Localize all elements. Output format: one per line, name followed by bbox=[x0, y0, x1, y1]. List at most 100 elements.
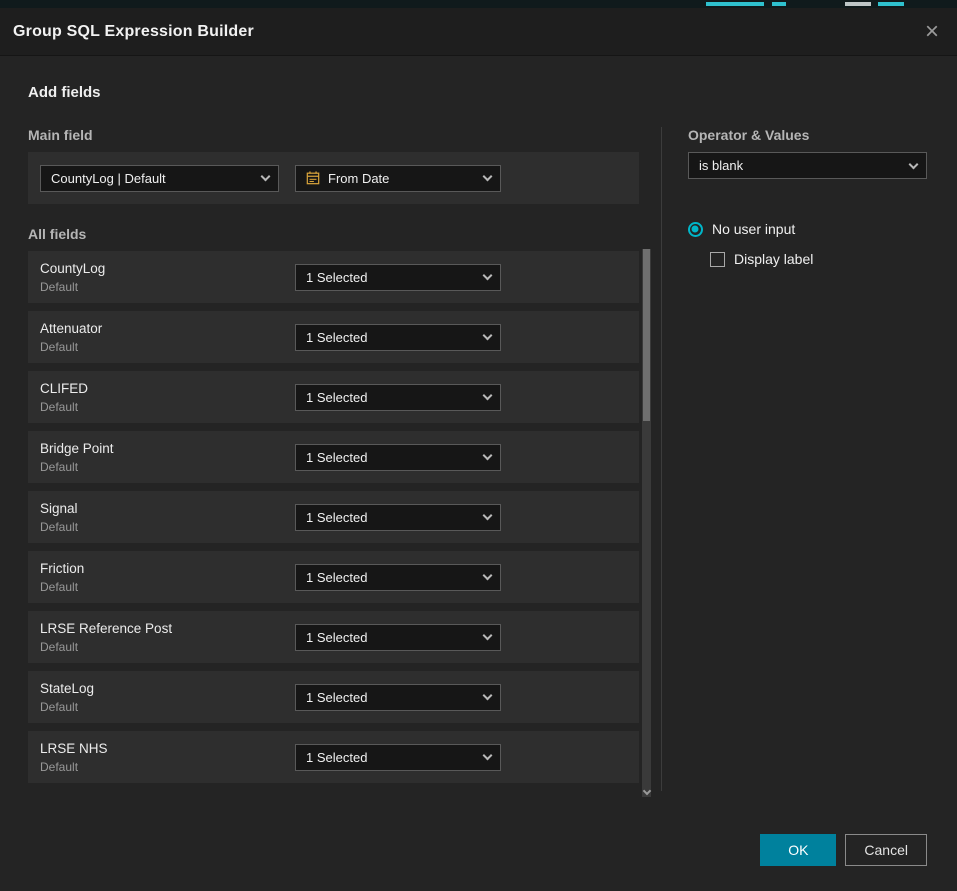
scrollbar-track[interactable] bbox=[642, 249, 651, 797]
operator-dropdown[interactable]: is blank bbox=[688, 152, 927, 179]
background-app-peek bbox=[0, 0, 957, 8]
field-row: StateLog Default 1 Selected bbox=[28, 671, 639, 723]
field-selected-dropdown[interactable]: 1 Selected bbox=[295, 564, 501, 591]
close-button[interactable]: × bbox=[925, 20, 939, 44]
checkbox-unchecked-icon[interactable] bbox=[710, 252, 725, 267]
field-selected-dropdown[interactable]: 1 Selected bbox=[295, 624, 501, 651]
chevron-down-icon bbox=[483, 691, 493, 701]
field-name: Friction bbox=[40, 561, 295, 576]
field-type: Default bbox=[40, 460, 295, 474]
background-app-fragment bbox=[772, 2, 786, 6]
field-row: CountyLog Default 1 Selected bbox=[28, 251, 639, 303]
no-user-input-label: No user input bbox=[712, 221, 795, 237]
field-selected-value: 1 Selected bbox=[306, 450, 367, 465]
dialog-header: Group SQL Expression Builder × bbox=[0, 8, 957, 56]
field-selected-dropdown[interactable]: 1 Selected bbox=[295, 504, 501, 531]
chevron-down-icon bbox=[483, 172, 493, 182]
field-name: LRSE NHS bbox=[40, 741, 295, 756]
main-field-panel: CountyLog | Default bbox=[28, 152, 639, 204]
field-row: Signal Default 1 Selected bbox=[28, 491, 639, 543]
field-name: LRSE Reference Post bbox=[40, 621, 295, 636]
dialog-footer: OK Cancel bbox=[760, 834, 927, 866]
field-row: LRSE NHS Default 1 Selected bbox=[28, 731, 639, 783]
field-type: Default bbox=[40, 340, 295, 354]
chevron-down-icon bbox=[909, 159, 919, 169]
chevron-down-icon bbox=[483, 511, 493, 521]
field-info: CountyLog Default bbox=[28, 261, 295, 294]
layer-dropdown[interactable]: CountyLog | Default bbox=[40, 165, 279, 192]
group-sql-expression-builder-dialog: Group SQL Expression Builder × Add field… bbox=[0, 8, 957, 891]
no-user-input-option[interactable]: No user input bbox=[688, 221, 927, 237]
operator-dropdown-value: is blank bbox=[699, 158, 743, 173]
operator-values-column: Operator & Values is blank No user input… bbox=[662, 127, 927, 791]
field-name: CLIFED bbox=[40, 381, 295, 396]
field-info: Bridge Point Default bbox=[28, 441, 295, 474]
field-info: Friction Default bbox=[28, 561, 295, 594]
all-fields-list-wrap: CountyLog Default 1 Selected Attenuator … bbox=[28, 251, 661, 783]
operator-values-label: Operator & Values bbox=[688, 127, 927, 143]
background-app-fragment bbox=[706, 2, 764, 6]
field-name: Bridge Point bbox=[40, 441, 295, 456]
field-info: LRSE Reference Post Default bbox=[28, 621, 295, 654]
field-row: Attenuator Default 1 Selected bbox=[28, 311, 639, 363]
all-fields-label: All fields bbox=[28, 226, 661, 242]
add-fields-heading: Add fields bbox=[28, 84, 927, 101]
field-selected-value: 1 Selected bbox=[306, 330, 367, 345]
field-selected-dropdown[interactable]: 1 Selected bbox=[295, 744, 501, 771]
field-name: Signal bbox=[40, 501, 295, 516]
radio-dot bbox=[692, 226, 699, 233]
field-type: Default bbox=[40, 400, 295, 414]
background-app-fragment bbox=[845, 2, 871, 6]
chevron-down-icon bbox=[483, 391, 493, 401]
field-type: Default bbox=[40, 580, 295, 594]
field-selected-dropdown[interactable]: 1 Selected bbox=[295, 324, 501, 351]
field-name: CountyLog bbox=[40, 261, 295, 276]
field-type: Default bbox=[40, 520, 295, 534]
radio-selected-icon[interactable] bbox=[688, 222, 703, 237]
scroll-down-arrow-icon[interactable] bbox=[642, 787, 650, 795]
field-type: Default bbox=[40, 760, 295, 774]
main-field-label: Main field bbox=[28, 127, 661, 143]
field-selected-dropdown[interactable]: 1 Selected bbox=[295, 384, 501, 411]
field-name: Attenuator bbox=[40, 321, 295, 336]
field-selected-value: 1 Selected bbox=[306, 270, 367, 285]
field-info: Attenuator Default bbox=[28, 321, 295, 354]
display-label-label: Display label bbox=[734, 251, 813, 267]
chevron-down-icon bbox=[483, 571, 493, 581]
cancel-button[interactable]: Cancel bbox=[845, 834, 927, 866]
field-type: Default bbox=[40, 700, 295, 714]
field-row: Bridge Point Default 1 Selected bbox=[28, 431, 639, 483]
chevron-down-icon bbox=[483, 451, 493, 461]
all-fields-list: CountyLog Default 1 Selected Attenuator … bbox=[28, 251, 661, 783]
chevron-down-icon bbox=[261, 172, 271, 182]
layer-dropdown-value: CountyLog | Default bbox=[51, 171, 166, 186]
display-label-option[interactable]: Display label bbox=[710, 251, 927, 267]
field-selected-value: 1 Selected bbox=[306, 750, 367, 765]
chevron-down-icon bbox=[483, 751, 493, 761]
main-field-dropdown[interactable]: From Date bbox=[295, 165, 501, 192]
field-info: CLIFED Default bbox=[28, 381, 295, 414]
field-info: Signal Default bbox=[28, 501, 295, 534]
field-type: Default bbox=[40, 640, 295, 654]
field-name: StateLog bbox=[40, 681, 295, 696]
field-selected-value: 1 Selected bbox=[306, 390, 367, 405]
field-selected-value: 1 Selected bbox=[306, 690, 367, 705]
field-selected-value: 1 Selected bbox=[306, 630, 367, 645]
field-row: CLIFED Default 1 Selected bbox=[28, 371, 639, 423]
ok-button[interactable]: OK bbox=[760, 834, 836, 866]
field-selected-dropdown[interactable]: 1 Selected bbox=[295, 684, 501, 711]
scrollbar-thumb[interactable] bbox=[643, 249, 650, 421]
chevron-down-icon bbox=[483, 271, 493, 281]
field-info: StateLog Default bbox=[28, 681, 295, 714]
columns: Main field CountyLog | Default bbox=[28, 127, 927, 791]
field-selected-value: 1 Selected bbox=[306, 510, 367, 525]
dialog-title: Group SQL Expression Builder bbox=[13, 23, 254, 41]
field-selected-dropdown[interactable]: 1 Selected bbox=[295, 444, 501, 471]
dialog-body: Add fields Main field CountyLog | Defaul… bbox=[0, 56, 957, 791]
field-row: Friction Default 1 Selected bbox=[28, 551, 639, 603]
close-icon: × bbox=[925, 18, 939, 45]
background-app-fragment bbox=[878, 2, 904, 6]
field-selected-dropdown[interactable]: 1 Selected bbox=[295, 264, 501, 291]
main-field-dropdown-value: From Date bbox=[328, 171, 389, 186]
calendar-icon bbox=[306, 171, 320, 185]
